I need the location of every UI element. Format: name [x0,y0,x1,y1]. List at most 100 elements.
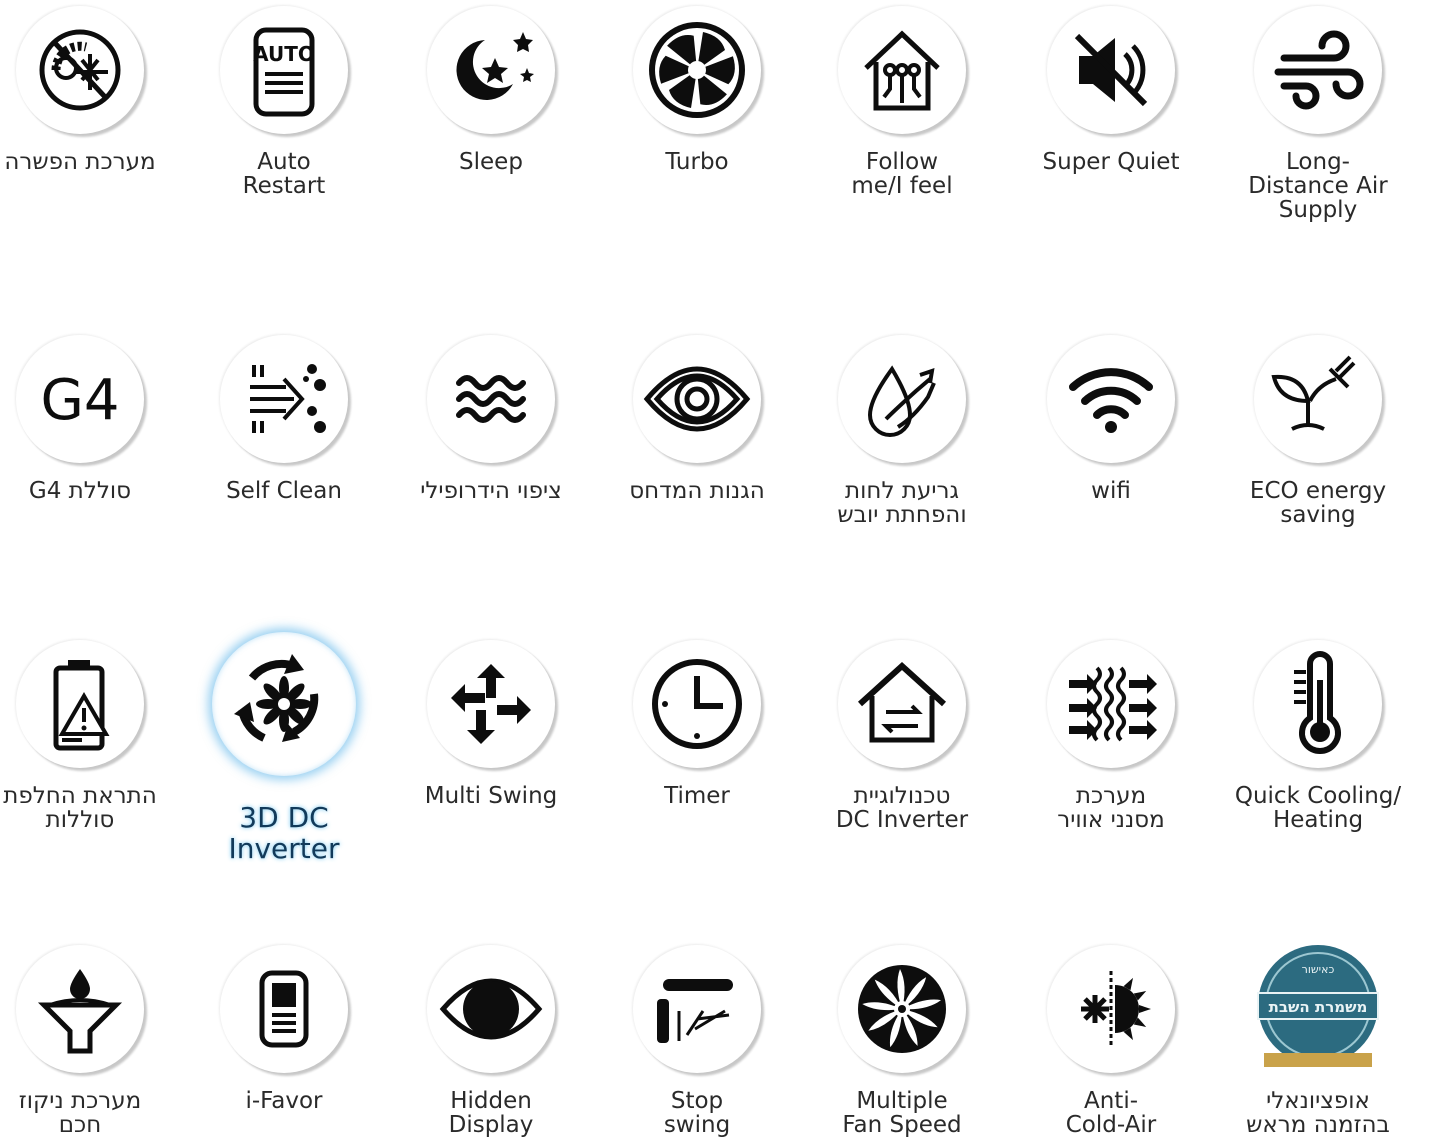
feature-label-line: Inverter [228,832,340,865]
feature-label-line: me/I feel [851,173,953,199]
feature-label-line: Turbo [665,149,729,175]
feature-label: 3D DC Inverter [184,802,384,864]
feature-label-line: בהזמנה מראש [1246,1112,1390,1138]
feature-label-line: Display [448,1112,534,1138]
compressor-protection-icon [633,335,761,463]
feature-label-line: התראת החלפת [3,783,157,809]
feature-label-line: i-Favor [245,1088,323,1114]
feature-label-line: Multi Swing [424,783,558,809]
feature-label: Auto Restart [184,150,384,198]
feature-label: סוללת G4 [0,479,180,503]
turbo-fan-icon [633,6,761,134]
svg-text:AUTO: AUTO [253,42,315,66]
feature-label-line: Supply [1278,197,1358,223]
defrost-icon [16,6,144,134]
feature-label-line: מסנני אוויר [1057,807,1165,833]
mute-speaker-icon [1047,6,1175,134]
auto-restart-icon: AUTO [220,6,348,134]
feature-label-line: הגנות המדחס [629,478,765,504]
feature-label: התראת החלפת סוללות [0,784,180,832]
feature-label-line: Self Clean [226,478,342,504]
feature-label-line: Fan Speed [842,1112,962,1138]
thermometer-icon [1254,640,1382,768]
feature-label-line: חכם [58,1112,102,1138]
feature-label: Multi Swing [391,784,591,808]
feature-label: Super Quiet [1011,150,1211,174]
3d-dc-inverter-icon [212,632,356,776]
feature-label-line: Timer [664,783,730,809]
feature-label-line: Long- [1286,149,1350,175]
feature-label: i-Favor [184,1089,384,1113]
feature-label: ציפוי הידרופילי [391,479,591,503]
feature-label-line: Heating [1272,807,1364,833]
feature-label: Multiple Fan Speed [802,1089,1002,1137]
feature-label: Long- Distance Air Supply [1218,150,1418,222]
sleep-icon [427,6,555,134]
feature-label: ECO energy saving [1218,479,1418,527]
feature-label-line: ציפוי הידרופילי [420,478,562,504]
dc-inverter-house-icon [838,640,966,768]
svg-text:G4: G4 [40,368,119,433]
feature-label: אופציונאלי בהזמנה מראש [1218,1089,1418,1137]
feature-label-line: מערכת הפשרה [4,149,156,175]
feature-label-line: 3D DC [239,801,329,834]
feature-label-line: Stop [670,1088,724,1114]
feature-label-line: Super Quiet [1042,149,1180,175]
stop-swing-icon [633,945,761,1073]
svg-text:כאישור: כאישור [1302,963,1335,976]
feature-label-line: saving [1280,502,1356,528]
feature-label: Anti- Cold-Air [1011,1089,1211,1137]
feature-label: Turbo [597,150,797,174]
feature-label: הגנות המדחס [597,479,797,503]
hydrophilic-waves-icon [427,335,555,463]
feature-label-line: DC Inverter [835,807,969,833]
feature-label-line: טכנולוגיית [853,783,951,809]
wifi-icon [1047,335,1175,463]
svg-text:משמרת השבת: משמרת השבת [1269,998,1368,1016]
feature-label-line: סוללות [45,807,115,833]
feature-label: טכנולוגיית DC Inverter [802,784,1002,832]
eco-plant-plug-icon [1254,335,1382,463]
timer-clock-icon [633,640,761,768]
feature-label: Hidden Display [391,1089,591,1137]
feature-label: מערכת הפשרה [0,150,180,174]
feature-label-line: מערכת ניקוז [18,1088,142,1114]
feature-label-line: Multiple [856,1088,948,1114]
feature-label-line: swing [663,1112,731,1138]
feature-label-line: wifi [1091,478,1131,504]
anti-cold-air-icon [1047,945,1175,1073]
feature-label: Timer [597,784,797,808]
feature-label: Self Clean [184,479,384,503]
feature-label-line: Anti- [1083,1088,1139,1114]
feature-label-line: Distance Air [1248,173,1388,199]
feature-label: מערכת מסנני אוויר [1011,784,1211,832]
follow-me-house-icon [838,6,966,134]
shabbat-kosher-seal-icon: כאישור משמרת השבת [1254,945,1382,1073]
feature-label: Follow me/I feel [802,150,1002,198]
feature-label: Sleep [391,150,591,174]
dehumidify-icon [838,335,966,463]
feature-label-line: Auto [257,149,311,175]
battery-warning-icon [16,640,144,768]
feature-label: גריעת לחות והפחתת יובש [802,479,1002,527]
feature-label-line: Follow [865,149,939,175]
feature-label: Stop swing [597,1089,797,1137]
multi-swing-arrows-icon [427,640,555,768]
feature-label: מערכת ניקוז חכם [0,1089,180,1137]
self-clean-icon [220,335,348,463]
feature-label-line: מערכת [1075,783,1147,809]
drain-funnel-icon [16,945,144,1073]
feature-label-line: גריעת לחות [845,478,959,504]
feature-label: wifi [1011,479,1211,503]
hidden-display-eye-icon [427,945,555,1073]
feature-label-line: Quick Cooling/ [1234,783,1402,809]
multi-fan-speed-icon [838,945,966,1073]
feature-label-line: אופציונאלי [1266,1088,1370,1114]
feature-label-line: ECO energy [1249,478,1387,504]
feature-label: Quick Cooling/Heating [1218,784,1418,832]
feature-label-line: Cold-Air [1065,1112,1157,1138]
air-filter-icon [1047,640,1175,768]
feature-label-line: Restart [242,173,326,199]
wind-icon [1254,6,1382,134]
feature-label-line: והפחתת יובש [837,502,967,528]
